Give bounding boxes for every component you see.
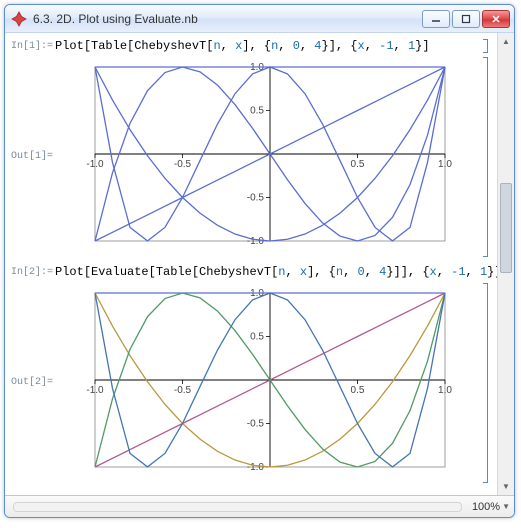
svg-text:-1.0: -1.0 — [86, 385, 104, 396]
mathematica-icon — [11, 11, 27, 27]
svg-text:-0.5: -0.5 — [247, 193, 265, 204]
svg-text:-1.0: -1.0 — [247, 462, 265, 473]
svg-text:0.5: 0.5 — [351, 385, 365, 396]
vertical-scrollbar[interactable]: ▲ ▼ — [497, 33, 514, 495]
input-cell-2[interactable]: In[2]:= Plot[Evaluate[Table[ChebyshevT[n… — [11, 265, 497, 279]
svg-text:-1.0: -1.0 — [247, 236, 265, 247]
input-code-1[interactable]: Plot[Table[ChebyshevT[n, x], {n, 0, 4}],… — [55, 39, 479, 53]
document-area: In[1]:= Plot[Table[ChebyshevT[n, x], {n,… — [5, 33, 514, 495]
window-title: 6.3. 2D. Plot using Evaluate.nb — [33, 12, 422, 26]
svg-text:0.5: 0.5 — [351, 159, 365, 170]
svg-text:0.5: 0.5 — [250, 106, 264, 117]
input-code-2[interactable]: Plot[Evaluate[Table[ChebyshevT[n, x], {n… — [55, 265, 497, 279]
in-label-2: In[2]:= — [11, 265, 55, 278]
out-label-1: Out[1]= — [11, 57, 55, 162]
svg-text:-1.0: -1.0 — [86, 159, 104, 170]
output-cell-2[interactable]: Out[2]= -1.0-0.50.51.0-1.0-0.50.51.0 — [11, 283, 497, 485]
titlebar[interactable]: 6.3. 2D. Plot using Evaluate.nb — [5, 5, 514, 33]
chevron-down-icon: ▼ — [502, 502, 510, 511]
cell-bracket-out2[interactable] — [483, 283, 497, 483]
status-bar: 100% ▼ — [5, 495, 514, 517]
cell-bracket-out1[interactable] — [483, 57, 497, 257]
scroll-up-arrow[interactable]: ▲ — [498, 33, 514, 50]
maximize-button[interactable] — [452, 10, 480, 28]
output-cell-1[interactable]: Out[1]= -1.0-0.50.51.0-1.0-0.50.51.0 — [11, 57, 497, 259]
close-button[interactable] — [482, 10, 510, 28]
cell-bracket-in1[interactable] — [483, 39, 497, 53]
zoom-control[interactable]: 100% ▼ — [472, 501, 510, 513]
minimize-button[interactable] — [422, 10, 450, 28]
svg-text:1.0: 1.0 — [438, 159, 452, 170]
zoom-value: 100% — [472, 501, 500, 513]
out-label-2: Out[2]= — [11, 283, 55, 388]
input-cell-1[interactable]: In[1]:= Plot[Table[ChebyshevT[n, x], {n,… — [11, 39, 497, 53]
svg-text:-0.5: -0.5 — [174, 159, 192, 170]
svg-text:-0.5: -0.5 — [174, 385, 192, 396]
svg-text:1.0: 1.0 — [438, 385, 452, 396]
svg-text:-0.5: -0.5 — [247, 419, 265, 430]
plot-output-2: -1.0-0.50.51.0-1.0-0.50.51.0 — [55, 285, 455, 485]
svg-text:0.5: 0.5 — [250, 332, 264, 343]
in-label-1: In[1]:= — [11, 39, 55, 52]
window-controls — [422, 10, 510, 28]
scroll-down-arrow[interactable]: ▼ — [498, 478, 514, 495]
notebook-window: 6.3. 2D. Plot using Evaluate.nb In[1]:= … — [4, 4, 515, 518]
plot-output-1: -1.0-0.50.51.0-1.0-0.50.51.0 — [55, 59, 455, 259]
scroll-thumb[interactable] — [500, 183, 512, 273]
horizontal-scrollbar[interactable] — [13, 502, 462, 512]
notebook-body[interactable]: In[1]:= Plot[Table[ChebyshevT[n, x], {n,… — [5, 33, 497, 495]
